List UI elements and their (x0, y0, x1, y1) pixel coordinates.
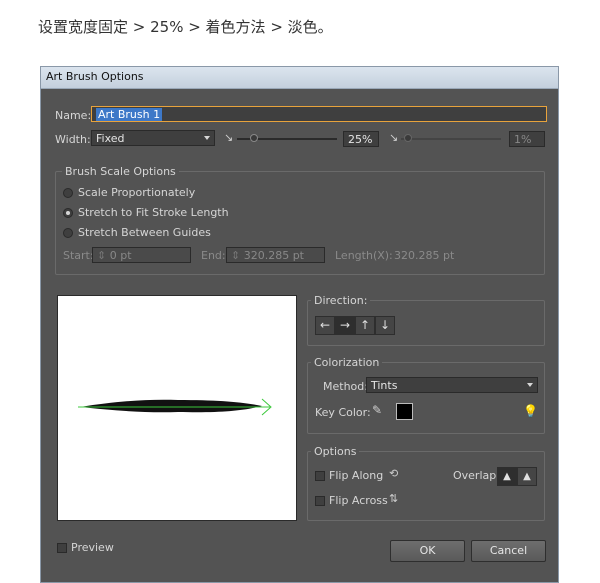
colorization-group (307, 362, 545, 434)
art-brush-options-dialog: Art Brush Options Name: Art Brush 1 Widt… (40, 66, 559, 583)
direction-right-button[interactable]: → (335, 316, 355, 335)
radio-scale-proportionately[interactable] (63, 188, 73, 198)
flip-across-label: Flip Across (329, 494, 388, 507)
variation-slider-track[interactable] (401, 138, 501, 140)
caption-text: 设置宽度固定 > 25% > 着色方法 > 淡色。 (38, 18, 333, 36)
variation-percent-value: 1% (514, 133, 532, 146)
eyedropper-icon[interactable]: ✎ (372, 404, 382, 416)
options-group (307, 451, 545, 521)
flip-along-label: Flip Along (329, 469, 384, 482)
chevron-down-icon (527, 383, 533, 387)
flip-along-icon: ⟲ (389, 467, 399, 480)
key-color-swatch[interactable] (396, 403, 413, 420)
flip-across-checkbox[interactable] (315, 496, 325, 506)
method-select[interactable]: Tints (366, 377, 538, 393)
width-select[interactable]: Fixed (91, 130, 215, 146)
brush-preview-canvas (57, 295, 297, 521)
start-label: Start: (63, 249, 94, 262)
variation-slider-knob[interactable] (404, 134, 412, 142)
method-label: Method: (323, 380, 368, 393)
direction-title: Direction: (311, 294, 371, 307)
scale-option-0-label: Scale Proportionately (78, 186, 196, 199)
key-color-label: Key Color: (315, 406, 371, 419)
radio-stretch-to-fit[interactable] (63, 208, 73, 218)
start-field[interactable]: ⇕ 0 pt (92, 247, 191, 263)
overlap-none-icon[interactable]: ▲ (517, 467, 537, 486)
end-label: End: (201, 249, 226, 262)
width-label: Width: (55, 133, 91, 146)
overlap-adjust-icon[interactable]: ▲ (497, 467, 517, 486)
brush-scale-title: Brush Scale Options (62, 165, 179, 178)
cancel-button[interactable]: Cancel (471, 540, 546, 562)
end-field[interactable]: ⇕ 320.285 pt (226, 247, 325, 263)
direction-left-button[interactable]: ← (315, 316, 335, 335)
name-label: Name: (55, 109, 92, 122)
method-select-value: Tints (371, 379, 398, 392)
options-title: Options (311, 445, 360, 458)
length-label: Length(X): (335, 249, 393, 262)
chevron-down-icon (204, 136, 210, 140)
variation-percent-field[interactable]: 1% (509, 131, 545, 147)
radio-stretch-between-guides[interactable] (63, 228, 73, 238)
flip-along-checkbox[interactable] (315, 471, 325, 481)
direction-up-button[interactable]: ↑ (355, 316, 375, 335)
scale-option-1-label: Stretch to Fit Stroke Length (78, 206, 229, 219)
overlap-label: Overlap: (453, 469, 500, 482)
length-value: 320.285 pt (394, 249, 455, 262)
start-value: 0 pt (109, 249, 132, 262)
title-bar[interactable]: Art Brush Options (41, 67, 558, 89)
width-select-value: Fixed (96, 132, 125, 145)
colorization-title: Colorization (311, 356, 383, 369)
name-input[interactable]: Art Brush 1 (91, 106, 547, 122)
brush-stroke-preview (78, 398, 272, 416)
ok-button[interactable]: OK (390, 540, 465, 562)
flip-across-icon: ⇅ (389, 492, 399, 505)
preview-label: Preview (71, 541, 114, 554)
width-min-icon: ↘ (224, 131, 234, 144)
scale-option-2-label: Stretch Between Guides (78, 226, 211, 239)
dialog-title: Art Brush Options (46, 70, 144, 83)
tips-icon[interactable]: 💡 (523, 405, 538, 417)
stepper-icon: ⇕ (231, 249, 241, 262)
width-percent-field[interactable]: 25% (343, 131, 379, 147)
preview-checkbox[interactable] (57, 543, 67, 553)
direction-down-button[interactable]: ↓ (375, 316, 395, 335)
end-value: 320.285 pt (243, 249, 304, 262)
variation-icon: ↘ (389, 131, 399, 144)
width-percent-value: 25% (348, 133, 373, 146)
width-slider-knob[interactable] (250, 134, 258, 142)
stepper-icon: ⇕ (97, 249, 107, 262)
name-input-value: Art Brush 1 (96, 108, 163, 121)
